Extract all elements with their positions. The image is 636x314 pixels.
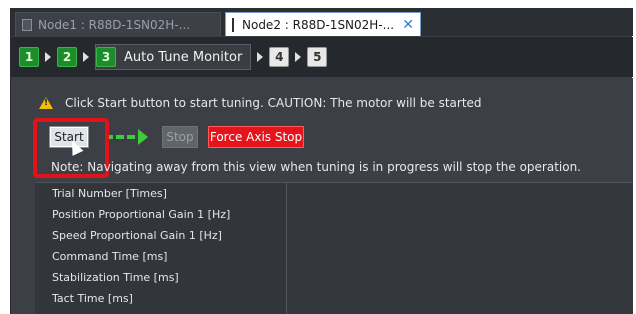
tab-bar: Node1 : R88D-1SN02H-... Node2 : R88D-1SN…: [11, 8, 633, 36]
tab-node1-label: Node1 : R88D-1SN02H-...: [38, 17, 191, 32]
tab-node2[interactable]: Node2 : R88D-1SN02H-... ✕: [225, 12, 421, 36]
param-trial-number: Trial Number [Times]: [52, 187, 167, 200]
param-speed-gain: Speed Proportional Gain 1 [Hz]: [52, 229, 222, 242]
step-3-current[interactable]: 3 Auto Tune Monitor: [95, 44, 252, 70]
current-step-label: Auto Tune Monitor: [124, 49, 243, 65]
device-icon: [22, 18, 32, 31]
tab-node2-label: Node2 : R88D-1SN02H-...: [242, 17, 395, 32]
warning-message: Click Start button to start tuning. CAUT…: [39, 96, 482, 110]
tab-separator-icon: [232, 17, 234, 32]
chevron-right-icon: [45, 52, 51, 62]
step-5[interactable]: 5: [307, 47, 328, 67]
chevron-right-icon: [83, 52, 89, 62]
param-stabilization-time: Stabilization Time [ms]: [52, 271, 179, 284]
close-icon[interactable]: ✕: [402, 17, 414, 33]
step-1[interactable]: 1: [19, 47, 39, 67]
parameter-values-area: [287, 182, 633, 314]
force-axis-stop-button[interactable]: Force Axis Stop: [208, 126, 304, 148]
step-navigation: 1 2 3 Auto Tune Monitor 4 5: [11, 37, 633, 77]
param-tact-time: Tact Time [ms]: [52, 292, 133, 305]
warning-triangle-icon: [39, 97, 53, 109]
tuning-window: Node1 : R88D-1SN02H-... Node2 : R88D-1SN…: [10, 8, 633, 314]
step-3: 3: [96, 47, 116, 67]
auto-tune-panel: Click Start button to start tuning. CAUT…: [11, 78, 633, 314]
step-2[interactable]: 2: [57, 47, 77, 67]
flow-arrow-icon: [105, 129, 148, 145]
param-position-gain: Position Proportional Gain 1 [Hz]: [52, 208, 231, 221]
warning-text: Click Start button to start tuning. CAUT…: [65, 96, 482, 110]
param-command-time: Command Time [ms]: [52, 250, 168, 263]
note-text: Note: Navigating away from this view whe…: [51, 160, 581, 174]
step-4[interactable]: 4: [269, 47, 290, 67]
tab-node1[interactable]: Node1 : R88D-1SN02H-...: [15, 12, 221, 36]
stop-button[interactable]: Stop: [162, 126, 198, 148]
chevron-right-icon: [295, 52, 302, 62]
chevron-right-icon: [257, 52, 264, 62]
parameter-list: Trial Number [Times] Position Proportion…: [35, 182, 287, 314]
